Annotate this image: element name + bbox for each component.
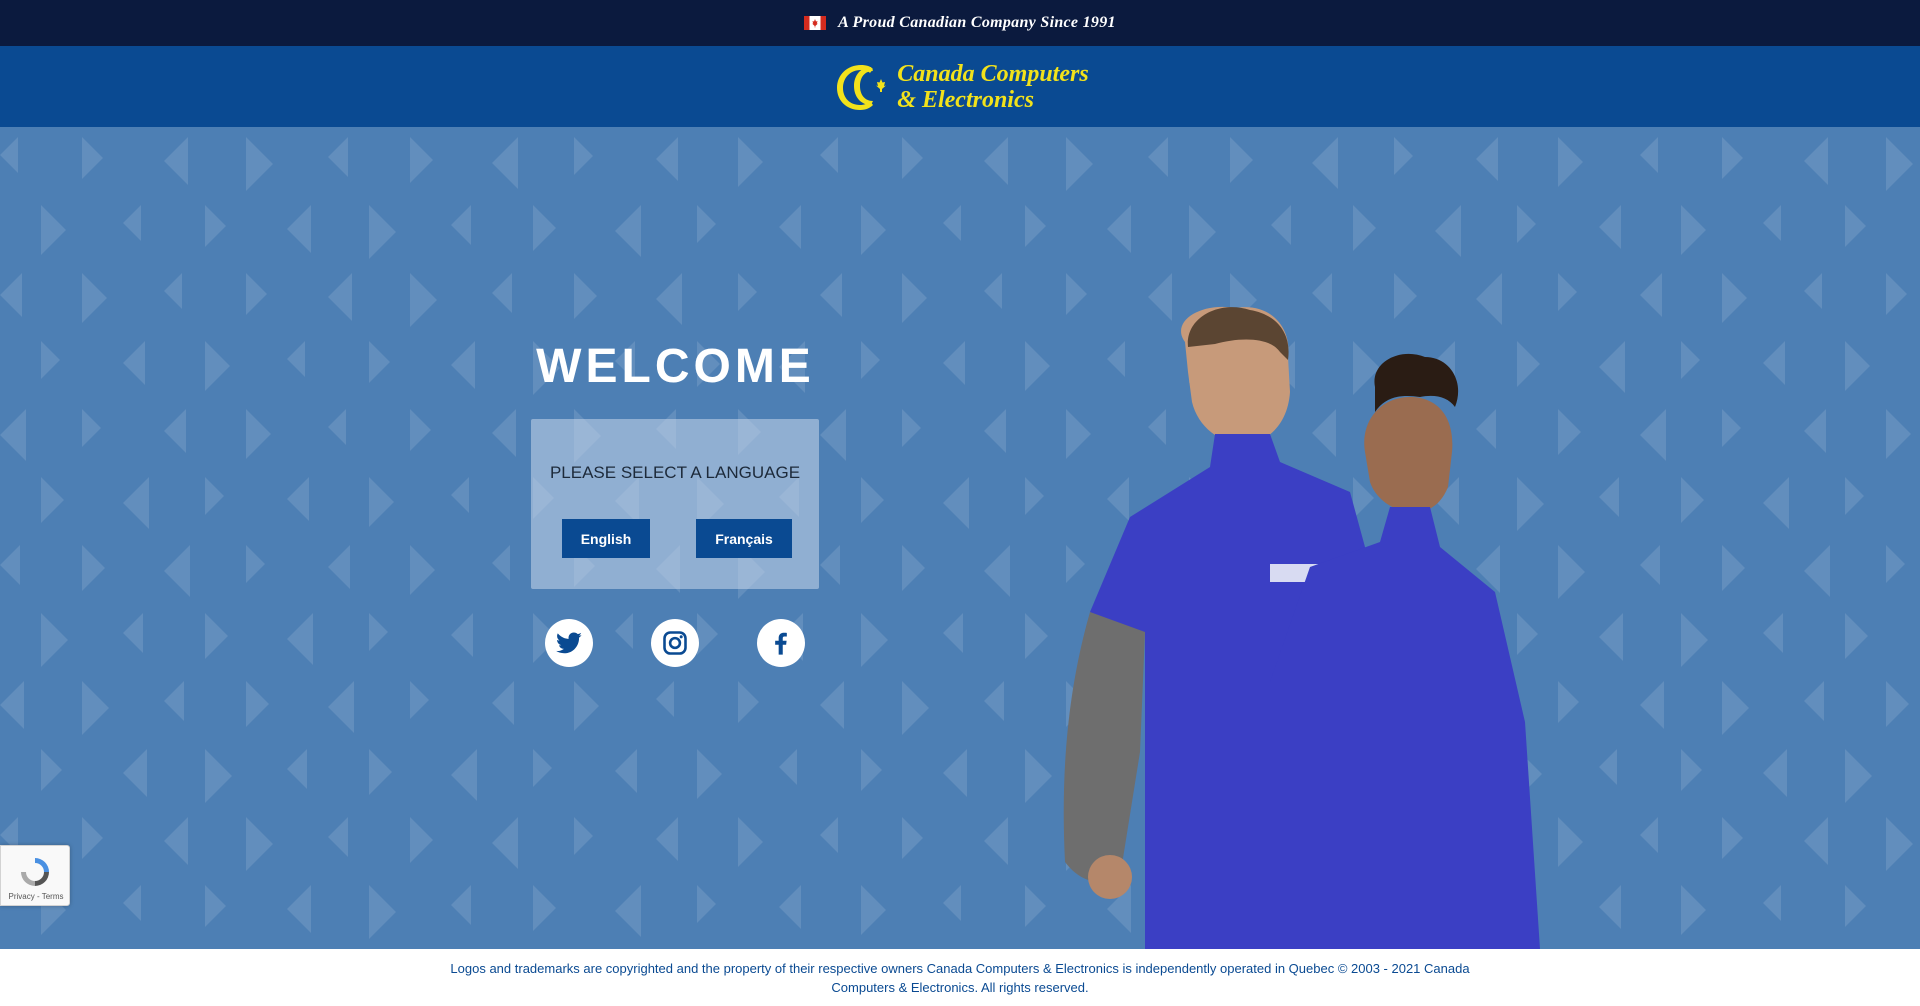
language-prompt: PLEASE SELECT A LANGUAGE [549, 463, 801, 482]
site-logo[interactable]: Canada Computers & Electronics [831, 59, 1089, 115]
instagram-link[interactable] [651, 619, 699, 667]
site-footer: Logos and trademarks are copyrighted and… [0, 949, 1920, 1006]
facebook-icon [775, 632, 787, 655]
staff-photo [1063, 306, 1540, 949]
english-button[interactable]: English [562, 519, 650, 558]
triangle-pattern-background [0, 137, 1913, 939]
instagram-icon [663, 631, 687, 655]
facebook-link[interactable] [757, 619, 805, 667]
logo-wordmark: Canada Computers & Electronics [897, 61, 1088, 113]
welcome-heading: WELCOME [536, 340, 815, 393]
recaptcha-links[interactable]: Privacy - Terms [1, 892, 71, 901]
footer-copyright: Logos and trademarks are copyrighted and… [450, 961, 1470, 995]
language-select-box: PLEASE SELECT A LANGUAGE English Françai… [531, 419, 819, 589]
recaptcha-badge[interactable]: Privacy - Terms [0, 845, 70, 906]
hero-section: WELCOME PLEASE SELECT A LANGUAGE English… [0, 127, 1920, 949]
canada-flag-icon [804, 16, 827, 30]
top-announcement-bar: A Proud Canadian Company Since 1991 [0, 0, 1920, 46]
tagline: A Proud Canadian Company Since 1991 [838, 14, 1116, 31]
site-header: Canada Computers & Electronics [0, 46, 1920, 127]
logo-line-1: Canada Computers [897, 60, 1089, 87]
recaptcha-icon [21, 858, 49, 886]
twitter-link[interactable] [545, 619, 593, 667]
cc-logo-mark-icon [837, 64, 887, 110]
twitter-icon [556, 632, 582, 654]
french-button[interactable]: Français [696, 519, 792, 558]
logo-line-2: & Electronics [897, 86, 1034, 113]
